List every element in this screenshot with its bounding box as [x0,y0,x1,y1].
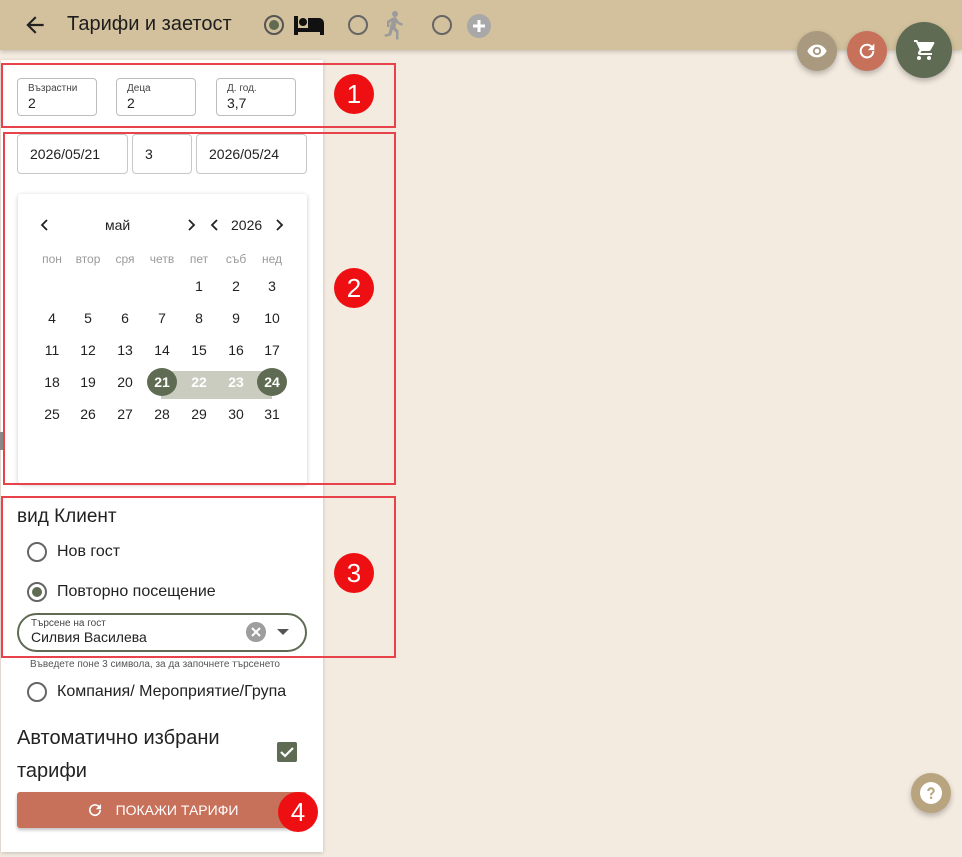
calendar-day[interactable]: 7 [147,304,177,332]
eye-icon [807,44,827,58]
calendar-day[interactable]: 22 [184,368,214,396]
auto-rates-label: Автоматично избрани тарифи [17,727,220,782]
calendar-day[interactable]: 6 [110,304,140,332]
calendar-day[interactable]: 31 [257,400,287,428]
refresh-icon [88,804,101,817]
weekday-label: сря [115,252,135,266]
page-title: Тарифи и заетост [67,13,232,35]
shopping-cart-icon [914,40,935,60]
calendar-day[interactable]: 15 [184,336,214,364]
arrival-date-field[interactable]: 2026/05/21 [17,134,128,174]
calendar-day[interactable]: 13 [110,336,140,364]
prev-month-icon[interactable] [40,219,50,231]
calendar-day[interactable]: 11 [37,336,67,364]
annotation-number-1: 1 [334,74,374,114]
repeat-visit-label: Повторно посещение [57,583,216,600]
calendar-day[interactable]: 26 [73,400,103,428]
calendar-day[interactable]: 3 [257,272,287,300]
adults-field[interactable]: Възрастни 2 [17,78,97,116]
panel-resize-handle[interactable] [0,432,3,450]
calendar-day[interactable]: 8 [184,304,214,332]
children-value: 2 [127,95,135,111]
company-label: Компания/ Мероприятие/Група [57,683,287,700]
calendar-day[interactable]: 9 [221,304,251,332]
check-icon [280,747,294,758]
calendar-day[interactable]: 17 [257,336,287,364]
nights-field[interactable]: 3 [132,134,192,174]
repeat-visit-radio[interactable] [27,582,47,602]
back-arrow-icon[interactable] [22,12,48,38]
calendar-day[interactable]: 25 [37,400,67,428]
add-circle-icon [467,14,491,38]
help-button[interactable] [911,773,951,813]
adults-value: 2 [28,95,36,111]
calendar-day[interactable]: 30 [221,400,251,428]
annotation-number-3: 3 [334,553,374,593]
mode-radio-activity[interactable] [348,15,368,35]
children-ages-value: 3,7 [227,95,247,111]
refresh-button[interactable] [847,31,887,71]
children-ages-label: Д. год. [227,83,257,94]
company-radio[interactable] [27,682,47,702]
calendar-month[interactable]: май [105,217,130,233]
weekday-label: нед [261,252,283,266]
next-year-icon[interactable] [274,219,284,231]
calendar-day[interactable]: 20 [110,368,140,396]
children-ages-field[interactable]: Д. год. 3,7 [216,78,296,116]
mode-radio-extra[interactable] [432,15,452,35]
calendar-day[interactable]: 2 [221,272,251,300]
new-guest-label: Нов гост [57,543,121,560]
calendar-day[interactable]: 10 [257,304,287,332]
cart-button[interactable] [896,22,952,78]
help-icon [920,782,942,804]
new-guest-radio[interactable] [27,542,47,562]
bed-icon [294,16,324,35]
adults-label: Възрастни [28,83,78,94]
calendar-day[interactable]: 12 [73,336,103,364]
selected-range-band [161,371,272,399]
calendar-day[interactable]: 21 [147,368,177,396]
calendar-year[interactable]: 2026 [231,217,262,233]
children-field[interactable]: Деца 2 [116,78,196,116]
show-rates-label: ПОКАЖИ ТАРИФИ [115,802,239,818]
clear-icon[interactable] [246,622,266,642]
calendar-day[interactable]: 5 [73,304,103,332]
annotation-number-4: 4 [278,792,318,832]
guest-search-hint: Въведете поне 3 символа, за да започнете… [30,659,280,670]
chevron-down-icon[interactable] [277,629,289,635]
calendar-day[interactable]: 14 [147,336,177,364]
weekday-label: пон [42,252,62,266]
calendar-day[interactable]: 27 [110,400,140,428]
calendar-day[interactable]: 16 [221,336,251,364]
show-rates-button[interactable]: ПОКАЖИ ТАРИФИ [17,792,307,828]
refresh-icon [859,43,875,59]
calendar-day[interactable]: 4 [37,304,67,332]
calendar-day[interactable]: 23 [221,368,251,396]
annotation-number-2: 2 [334,268,374,308]
calendar-day[interactable]: 18 [37,368,67,396]
calendar-day[interactable]: 1 [184,272,214,300]
mode-radio-accommodation[interactable] [264,15,284,35]
calendar-day[interactable]: 19 [73,368,103,396]
prev-year-icon[interactable] [210,219,220,231]
weekday-label: съб [225,252,247,266]
calendar-day[interactable]: 28 [147,400,177,428]
next-month-icon[interactable] [186,219,196,231]
auto-rates-checkbox[interactable] [277,742,297,762]
weekday-label: втор [75,252,101,266]
children-label: Деца [127,83,151,94]
client-type-title: вид Клиент [17,506,117,527]
weekday-label: четв [149,252,175,266]
calendar-day[interactable]: 29 [184,400,214,428]
running-person-icon [384,11,403,40]
preview-button[interactable] [797,31,837,71]
calendar-day[interactable]: 24 [257,368,287,396]
weekday-label: пет [189,252,209,266]
departure-date-field[interactable]: 2026/05/24 [196,134,307,174]
